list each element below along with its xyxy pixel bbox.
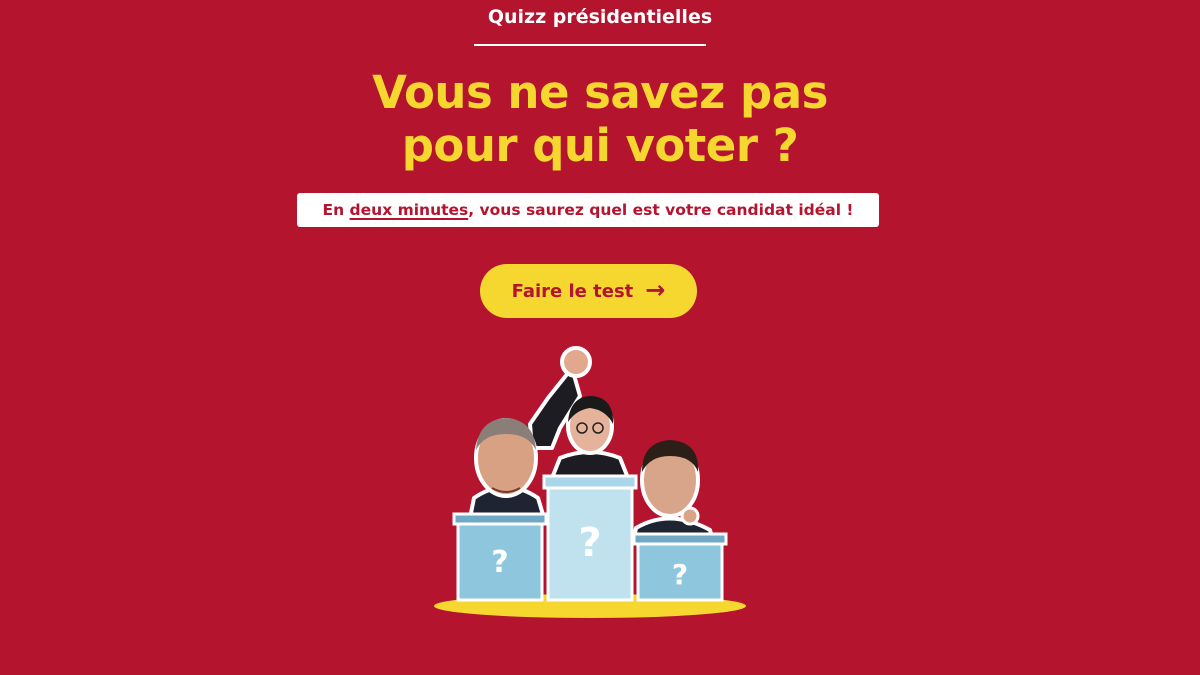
podium-block-center: ? xyxy=(542,474,638,602)
subtitle-prefix: En xyxy=(322,201,350,219)
start-quiz-button[interactable]: Faire le test → xyxy=(480,264,697,318)
start-quiz-button-label: Faire le test xyxy=(511,280,634,302)
quiz-eyebrow-title: Quizz présidentielles xyxy=(487,6,713,28)
arrow-right-icon: → xyxy=(645,276,666,304)
hero-subtitle: En deux minutes, vous saurez quel est vo… xyxy=(297,193,879,227)
candidate-center-figure xyxy=(528,346,634,490)
quiz-landing-page: Quizz présidentielles Vous ne savez pas … xyxy=(0,0,1200,675)
subtitle-suffix: , vous saurez quel est votre candidat id… xyxy=(468,201,854,219)
subtitle-emphasis: deux minutes xyxy=(349,201,469,219)
hero-headline-line-2: pour qui voter ? xyxy=(401,119,799,172)
candidate-right-figure xyxy=(632,440,714,540)
podium-block-right: ? xyxy=(632,532,728,602)
podium-left-question-mark: ? xyxy=(491,545,508,580)
hero-headline: Vous ne savez pas pour qui voter ? xyxy=(0,66,1200,172)
podium-right-question-mark: ? xyxy=(672,558,688,591)
candidates-podium-illustration: ? ? ? xyxy=(434,346,746,618)
eyebrow-underline-divider xyxy=(474,44,706,46)
podium-block-left: ? xyxy=(452,512,548,602)
podium-center-question-mark: ? xyxy=(578,520,601,566)
hero-headline-line-1: Vous ne savez pas xyxy=(372,66,828,119)
